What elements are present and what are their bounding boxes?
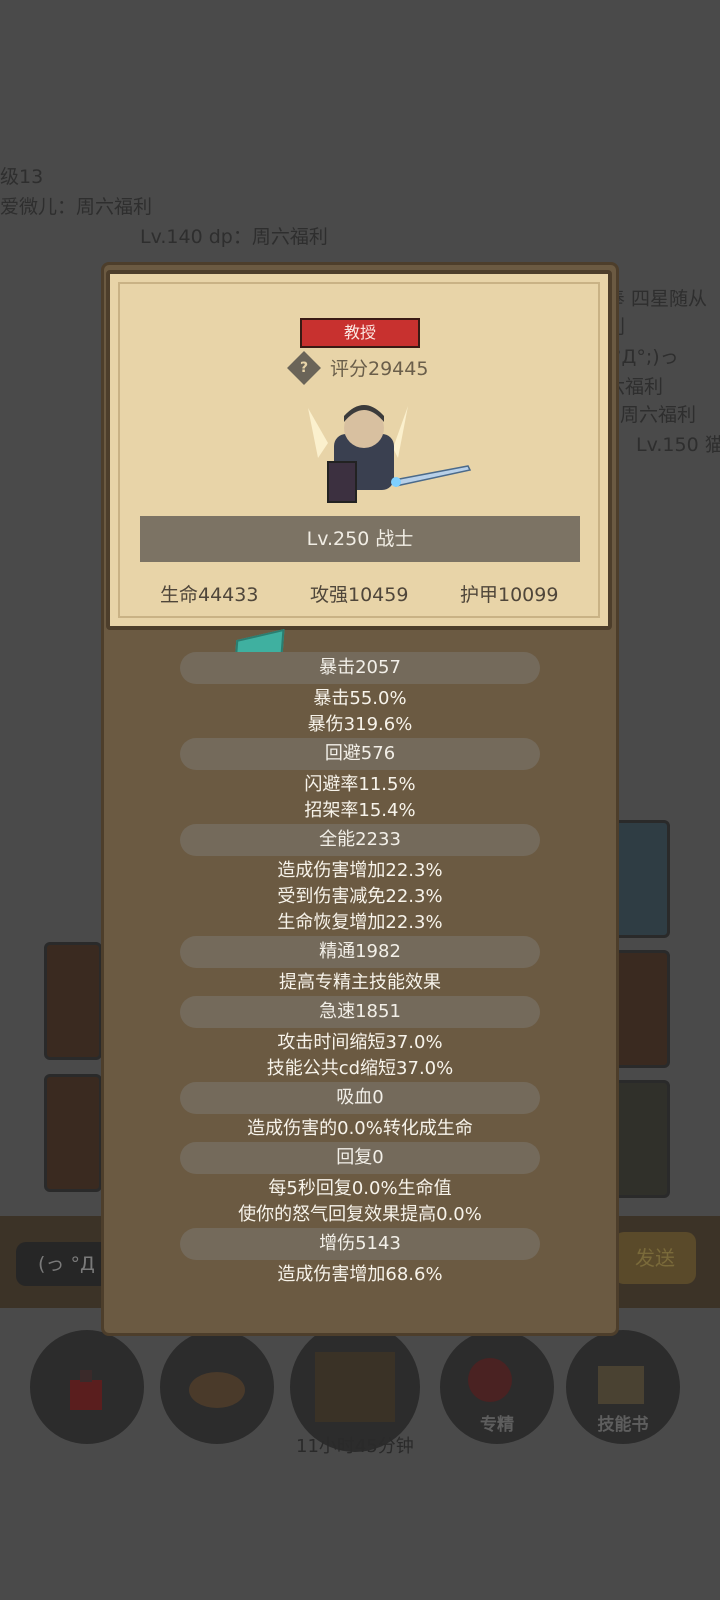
nav-label: 专精 — [480, 1415, 514, 1435]
versatility-line: 生命恢复增加22.3% — [277, 912, 443, 933]
regen-line: 每5秒回复0.0%生命值 — [268, 1178, 452, 1199]
equipment-slot[interactable] — [44, 1074, 102, 1192]
help-icon[interactable]: ? — [287, 351, 321, 385]
mastery-header: 精通1982 — [180, 936, 540, 968]
crit-header: 暴击2057 — [180, 652, 540, 684]
lifesteal-line: 造成伤害的0.0%转化成生命 — [247, 1118, 473, 1139]
versatility-line: 受到伤害减免22.3% — [277, 886, 443, 907]
evasion-header: 回避576 — [180, 738, 540, 770]
bread-icon — [189, 1372, 245, 1408]
nav-button-potion[interactable] — [30, 1330, 144, 1444]
damage-increase-header: 增伤5143 — [180, 1228, 540, 1260]
crit-line: 暴伤319.6% — [307, 714, 413, 735]
haste-line: 技能公共cd缩短37.0% — [266, 1058, 454, 1079]
nav-label: 技能书 — [597, 1415, 649, 1435]
nav-button-bread[interactable] — [160, 1330, 274, 1444]
versatility-line: 造成伤害增加22.3% — [277, 860, 443, 881]
lifesteal-header: 吸血0 — [180, 1082, 540, 1114]
send-button[interactable]: 发送 — [614, 1232, 696, 1284]
equipment-slot[interactable] — [44, 942, 102, 1060]
haste-line: 攻击时间缩短37.0% — [277, 1032, 443, 1053]
chat-line: Lv.140 dp：周六福利 — [140, 226, 328, 248]
chat-line: °Д°;)っ — [612, 346, 679, 368]
chat-line: 爱微儿：周六福利 — [0, 196, 153, 218]
chat-line: 级13 — [0, 166, 44, 188]
evasion-line: 闪避率11.5% — [304, 774, 416, 795]
evasion-line: 招架率15.4% — [304, 800, 416, 821]
mastery-line: 提高专精主技能效果 — [279, 972, 441, 993]
haste-header: 急速1851 — [180, 996, 540, 1028]
level-class-bar: Lv.250 战士 — [140, 516, 580, 562]
chat-line: 奉 四星随从 — [606, 288, 708, 310]
nav-button-skillbook[interactable]: 技能书 — [566, 1330, 680, 1444]
crit-line: 暴击55.0% — [313, 688, 407, 709]
regen-line: 使你的怒气回复效果提高0.0% — [238, 1204, 482, 1225]
potion-icon — [70, 1370, 102, 1410]
timer-text: 11小时45分钟 — [296, 1436, 414, 1457]
attack-power-stat: 攻强10459 — [310, 584, 409, 606]
equipment-slot[interactable] — [612, 820, 670, 938]
chat-line: Lv.150 猫 — [636, 434, 720, 456]
nav-button-specialization[interactable]: 专精 — [440, 1330, 554, 1444]
equipment-slot[interactable] — [612, 950, 670, 1068]
versatility-header: 全能2233 — [180, 824, 540, 856]
score-text: 评分29445 — [330, 358, 429, 380]
warrior-portrait — [308, 405, 472, 503]
regen-header: 回复0 — [180, 1142, 540, 1174]
chat-line: 周六福利 — [620, 404, 697, 426]
title-badge: 教授 — [300, 318, 420, 348]
equipment-slot[interactable] — [612, 1080, 670, 1198]
health-stat: 生命44433 — [160, 584, 259, 606]
armor-stat: 护甲10099 — [460, 584, 559, 606]
damage-increase-line: 造成伤害增加68.6% — [277, 1264, 443, 1285]
